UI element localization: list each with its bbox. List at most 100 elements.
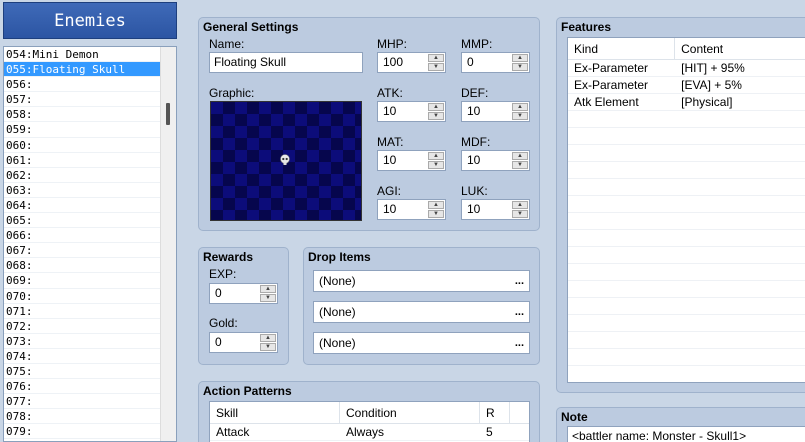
enemy-list-item[interactable]: 057: <box>4 92 160 108</box>
mmp-spinner[interactable]: 0 ▲ ▼ <box>461 52 530 73</box>
note-textarea[interactable]: <battler name: Monster - Skull1> <box>567 426 805 442</box>
enemy-list-item[interactable]: 061: <box>4 153 160 168</box>
spin-down-icon[interactable]: ▼ <box>428 63 444 71</box>
empty-table-row[interactable] <box>568 196 805 213</box>
enemy-list-item[interactable]: 067: <box>4 243 160 259</box>
more-icon[interactable]: ... <box>515 302 524 322</box>
spin-up-icon[interactable]: ▲ <box>428 54 444 62</box>
empty-table-row[interactable] <box>568 179 805 196</box>
enemy-list-item[interactable]: 075: <box>4 364 160 380</box>
drop-item-3[interactable]: (None) ... <box>313 332 530 354</box>
spin-up-icon[interactable]: ▲ <box>428 103 444 111</box>
exp-spinner[interactable]: 0 ▲ ▼ <box>209 283 278 304</box>
spin-down-icon[interactable]: ▼ <box>428 210 444 218</box>
action-patterns-table[interactable]: Skill Condition R Attack Always 5 <box>209 401 530 442</box>
table-row[interactable]: Ex-Parameter [HIT] + 95% <box>568 60 805 77</box>
enemy-list-item[interactable]: 079: <box>4 424 160 440</box>
spin-down-icon[interactable]: ▼ <box>260 343 276 351</box>
empty-table-row[interactable] <box>568 349 805 366</box>
enemy-list-item[interactable]: 076: <box>4 379 160 395</box>
empty-table-row[interactable] <box>568 162 805 179</box>
empty-table-row[interactable] <box>568 213 805 230</box>
enemy-list-item[interactable]: 065: <box>4 213 160 229</box>
spin-up-icon[interactable]: ▲ <box>512 201 528 209</box>
spin-up-icon[interactable]: ▲ <box>512 152 528 160</box>
empty-table-row[interactable] <box>568 264 805 281</box>
agi-spinner[interactable]: 10 ▲ ▼ <box>377 199 446 220</box>
def-spinner[interactable]: 10 ▲ ▼ <box>461 101 530 122</box>
empty-table-row[interactable] <box>568 230 805 247</box>
mdf-spinner[interactable]: 10 ▲ ▼ <box>461 150 530 171</box>
enemy-list-item[interactable]: 063: <box>4 183 160 198</box>
empty-table-row[interactable] <box>568 111 805 128</box>
enemy-list-item[interactable]: 058: <box>4 107 160 123</box>
empty-table-row[interactable] <box>568 298 805 315</box>
column-header[interactable]: Kind <box>568 38 676 59</box>
more-icon[interactable]: ... <box>515 271 524 291</box>
enemy-list-item[interactable]: 056: <box>4 77 160 93</box>
enemy-list-item[interactable]: 062: <box>4 168 160 183</box>
spin-down-icon[interactable]: ▼ <box>428 161 444 169</box>
enemy-list-item[interactable]: 074: <box>4 349 160 364</box>
more-icon[interactable]: ... <box>515 333 524 353</box>
enemy-list-item[interactable]: 078: <box>4 409 160 425</box>
skull-icon <box>280 154 290 165</box>
spin-up-icon[interactable]: ▲ <box>260 334 276 342</box>
spin-down-icon[interactable]: ▼ <box>512 112 528 120</box>
spin-up-icon[interactable]: ▲ <box>512 103 528 111</box>
mhp-spinner[interactable]: 100 ▲ ▼ <box>377 52 446 73</box>
table-header: Kind Content <box>568 38 805 60</box>
spin-up-icon[interactable]: ▲ <box>512 54 528 62</box>
mhp-value: 100 <box>383 55 404 69</box>
spin-down-icon[interactable]: ▼ <box>512 63 528 71</box>
spin-down-icon[interactable]: ▼ <box>512 210 528 218</box>
spin-down-icon[interactable]: ▼ <box>512 161 528 169</box>
enemy-list-item[interactable]: 064: <box>4 198 160 214</box>
empty-table-row[interactable] <box>568 281 805 298</box>
enemy-list-scrollbar[interactable] <box>160 47 176 441</box>
enemy-list-item[interactable]: 073: <box>4 334 160 349</box>
atk-label: ATK: <box>377 86 403 100</box>
name-input[interactable]: Floating Skull <box>209 52 363 73</box>
column-header[interactable]: Skill <box>210 402 340 423</box>
enemy-list-item[interactable]: 059: <box>4 122 160 138</box>
gold-spinner[interactable]: 0 ▲ ▼ <box>209 332 278 353</box>
empty-table-row[interactable] <box>568 247 805 264</box>
column-header[interactable]: R <box>480 402 510 423</box>
mat-spinner[interactable]: 10 ▲ ▼ <box>377 150 446 171</box>
empty-table-row[interactable] <box>568 315 805 332</box>
table-row[interactable]: Attack Always 5 <box>210 424 529 441</box>
enemy-list[interactable]: 054:Mini Demon 055:Floating Skull 056: 057:… <box>3 46 177 442</box>
graphic-label: Graphic: <box>209 86 255 100</box>
enemy-graphic-preview[interactable] <box>210 101 362 221</box>
drop-item-1[interactable]: (None) ... <box>313 270 530 292</box>
table-row[interactable]: Ex-Parameter [EVA] + 5% <box>568 77 805 94</box>
enemy-list-item[interactable]: 066: <box>4 228 160 244</box>
enemy-list-item[interactable]: 070: <box>4 289 160 304</box>
spin-down-icon[interactable]: ▼ <box>260 294 276 302</box>
empty-table-row[interactable] <box>568 128 805 145</box>
features-table[interactable]: Kind Content Ex-Parameter [HIT] + 95% Ex-P… <box>567 37 805 383</box>
enemy-list-item[interactable]: 072: <box>4 319 160 334</box>
table-row[interactable]: Atk Element [Physical] <box>568 94 805 111</box>
def-label: DEF: <box>461 86 489 100</box>
empty-table-row[interactable] <box>568 145 805 162</box>
enemy-list-item[interactable]: 055:Floating Skull <box>4 62 160 78</box>
spin-down-icon[interactable]: ▼ <box>428 112 444 120</box>
luk-spinner[interactable]: 10 ▲ ▼ <box>461 199 530 220</box>
spin-up-icon[interactable]: ▲ <box>260 285 276 293</box>
enemy-list-item[interactable]: 060: <box>4 138 160 153</box>
spin-up-icon[interactable]: ▲ <box>428 152 444 160</box>
drop-item-2[interactable]: (None) ... <box>313 301 530 323</box>
column-header[interactable]: Content <box>675 38 805 59</box>
empty-table-row[interactable] <box>568 332 805 349</box>
enemy-list-item[interactable]: 077: <box>4 394 160 410</box>
enemy-list-item[interactable]: 054:Mini Demon <box>4 47 160 63</box>
column-header[interactable]: Condition <box>340 402 480 423</box>
enemy-list-item[interactable]: 069: <box>4 273 160 289</box>
spin-up-icon[interactable]: ▲ <box>428 201 444 209</box>
enemy-list-item[interactable]: 068: <box>4 258 160 274</box>
enemy-list-item[interactable]: 071: <box>4 304 160 319</box>
scrollbar-thumb[interactable] <box>166 103 170 125</box>
atk-spinner[interactable]: 10 ▲ ▼ <box>377 101 446 122</box>
